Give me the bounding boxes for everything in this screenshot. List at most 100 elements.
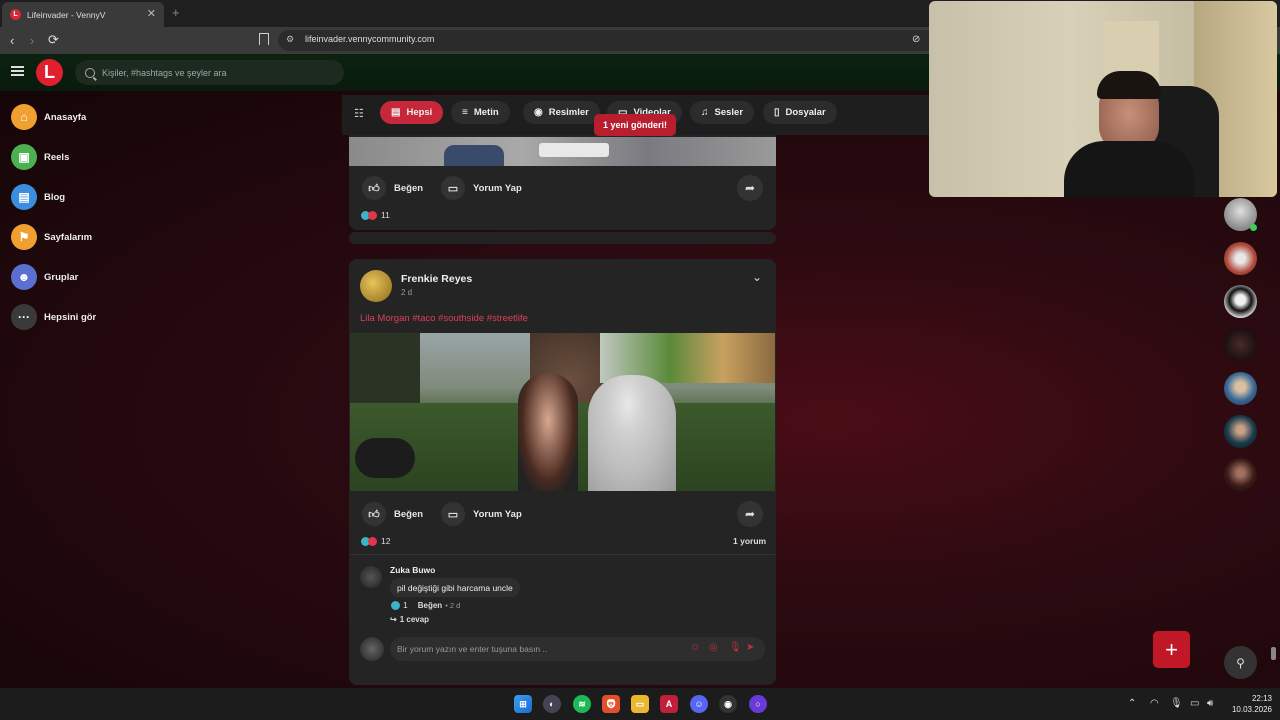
reaction-summary[interactable]: 11 xyxy=(361,210,390,220)
filter-files[interactable]: ▯ Dosyalar xyxy=(763,101,837,124)
chevron-down-icon[interactable]: ⌄ xyxy=(752,270,762,284)
reload-icon[interactable]: ⟳ xyxy=(48,32,59,48)
comment-like-button[interactable]: Beğen xyxy=(418,601,442,610)
like-button[interactable]: 👍︎ Beğen xyxy=(362,502,423,526)
file-icon: ▯ xyxy=(774,107,780,118)
browser-tab[interactable]: L Lifeinvader - VennyV ✕ xyxy=(2,2,164,27)
commenter-avatar[interactable] xyxy=(360,566,382,588)
reaction-summary[interactable]: 12 xyxy=(361,536,390,546)
file-explorer-icon[interactable]: ▭ xyxy=(631,695,649,713)
comment-button[interactable]: ▭ Yorum Yap xyxy=(441,502,522,526)
contact-avatar[interactable] xyxy=(1224,242,1257,275)
webcam-person-hair xyxy=(1097,71,1161,99)
share-icon[interactable]: ➦ xyxy=(737,501,763,527)
comment-placeholder: Bir yorum yazın ve enter tuşuna basın .. xyxy=(397,644,548,654)
send-icon[interactable]: ➤ xyxy=(746,642,754,653)
thumbs-up-icon: 👍︎ xyxy=(362,502,386,526)
webcam-overlay xyxy=(929,1,1277,197)
reels-icon: ▣ xyxy=(11,144,37,170)
clock-time: 22:13 xyxy=(1251,694,1272,703)
share-icon[interactable]: ➦ xyxy=(737,175,763,201)
bookmark-icon[interactable] xyxy=(259,33,269,45)
find-people-icon[interactable]: ⚲ xyxy=(1224,646,1257,679)
steam-icon[interactable]: ◐ xyxy=(543,695,561,713)
gif-icon[interactable]: ◎ xyxy=(709,642,718,653)
filter-settings-icon[interactable]: ☷ xyxy=(354,107,364,120)
forward-icon[interactable]: › xyxy=(30,33,34,48)
sidebar-item-label: Gruplar xyxy=(44,271,79,283)
url-text[interactable]: lifeinvader.vennycommunity.com xyxy=(305,34,434,44)
filter-all[interactable]: ▤ Hepsi xyxy=(380,101,444,124)
post-author[interactable]: Frenkie Reyes xyxy=(401,273,472,285)
comment-author[interactable]: Zuka Buwo xyxy=(390,565,435,575)
windows-start-icon[interactable]: ⊞ xyxy=(514,695,532,713)
sidebar-item-label: Blog xyxy=(44,191,66,203)
back-icon[interactable]: ‹ xyxy=(10,33,14,48)
microphone-icon[interactable]: 🎙︎ xyxy=(1170,698,1183,709)
reaction-count: 11 xyxy=(381,210,390,220)
new-post-notice[interactable]: 1 yeni gönderi! xyxy=(594,114,677,136)
contact-avatar[interactable] xyxy=(1224,458,1257,491)
webcam-person-body xyxy=(1064,141,1194,197)
emoji-icon[interactable]: ☺ xyxy=(690,642,700,653)
sidebar-item-hepsini-gor[interactable]: ··· Hepsini gör xyxy=(11,304,96,330)
contact-avatar[interactable] xyxy=(1224,328,1257,361)
comment-button[interactable]: ▭ Yorum Yap xyxy=(441,176,522,200)
tracking-shield-icon[interactable]: ⊘ xyxy=(912,34,920,45)
comment-text: pil değiştiği gibi harcama uncle xyxy=(397,582,513,593)
sidebar-item-anasayfa[interactable]: ⌂ Anasayfa xyxy=(11,104,86,130)
like-button[interactable]: 👍︎ Beğen xyxy=(362,176,423,200)
chip-label: Metin xyxy=(473,107,499,118)
like-label: Beğen xyxy=(394,508,424,520)
comment-like-count: 1 xyxy=(403,600,408,610)
scrollbar-thumb[interactable] xyxy=(1271,647,1276,660)
contact-avatar[interactable] xyxy=(1224,415,1257,448)
filter-images[interactable]: ◉ Resimler xyxy=(523,101,600,124)
clock-date: 10.03.2026 xyxy=(1231,705,1272,714)
new-tab-icon[interactable]: + xyxy=(172,5,180,20)
app-icon[interactable]: ◉ xyxy=(719,695,737,713)
brave-icon[interactable]: 🦁︎ xyxy=(602,695,620,713)
chip-label: Dosyalar xyxy=(785,107,826,118)
network-icon[interactable]: ▭ xyxy=(1190,698,1199,709)
sidebar-item-label: Sayfalarım xyxy=(44,231,93,243)
sidebar-item-sayfalarim[interactable]: ⚑ Sayfalarım xyxy=(11,224,92,250)
post-image[interactable] xyxy=(350,333,775,491)
replies-link[interactable]: ↪ 1 cevap xyxy=(390,615,429,624)
heart-reaction-icon xyxy=(368,536,377,546)
all-icon: ▤ xyxy=(391,107,401,118)
spotify-icon[interactable]: ≋ xyxy=(573,695,591,713)
comment-count[interactable]: 1 yorum xyxy=(733,536,766,546)
online-status-dot xyxy=(1250,224,1257,231)
tray-expand-icon[interactable]: ⌃ xyxy=(1128,698,1136,709)
discord-icon[interactable]: ☺ xyxy=(690,695,708,713)
create-post-button[interactable]: + xyxy=(1153,631,1190,668)
lifeinvader-logo[interactable]: L xyxy=(36,59,63,86)
app-icon[interactable]: A xyxy=(660,695,678,713)
camera-icon: ◉ xyxy=(534,107,543,118)
menu-icon[interactable] xyxy=(11,66,24,76)
close-tab-icon[interactable]: ✕ xyxy=(147,7,156,20)
sidebar-item-reels[interactable]: ▣ Reels xyxy=(11,144,69,170)
author-avatar[interactable] xyxy=(360,270,392,302)
chip-label: Resimler xyxy=(548,107,589,118)
post-time: 2 d xyxy=(401,288,413,297)
home-icon: ⌂ xyxy=(11,104,37,130)
my-avatar xyxy=(360,637,384,661)
microphone-icon[interactable]: 🎙︎ xyxy=(729,642,742,653)
headphones-icon[interactable]: ◠ xyxy=(1150,698,1159,709)
contact-avatar[interactable] xyxy=(1224,372,1257,405)
filter-audio[interactable]: ♫ Sesler xyxy=(690,101,755,124)
post-image[interactable] xyxy=(349,137,776,166)
site-info-icon[interactable]: ⚙ xyxy=(286,34,294,45)
sidebar-item-gruplar[interactable]: ☻ Gruplar xyxy=(11,264,78,290)
search-input[interactable]: Kişiler, #hashtags ve şeyler ara xyxy=(75,60,344,85)
comment-time: • 2 d xyxy=(445,600,461,610)
sidebar-item-blog[interactable]: ▤ Blog xyxy=(11,184,65,210)
contact-avatar[interactable] xyxy=(1224,285,1257,318)
system-clock[interactable]: 22:13 10.03.2026 xyxy=(1228,693,1272,715)
post-text: Lila Morgan #taco #southside #streetlife xyxy=(360,313,528,324)
app-icon[interactable]: ○ xyxy=(749,695,767,713)
filter-text[interactable]: ≡ Metin xyxy=(451,101,510,124)
volume-icon[interactable]: 🔊︎ xyxy=(1207,698,1213,709)
